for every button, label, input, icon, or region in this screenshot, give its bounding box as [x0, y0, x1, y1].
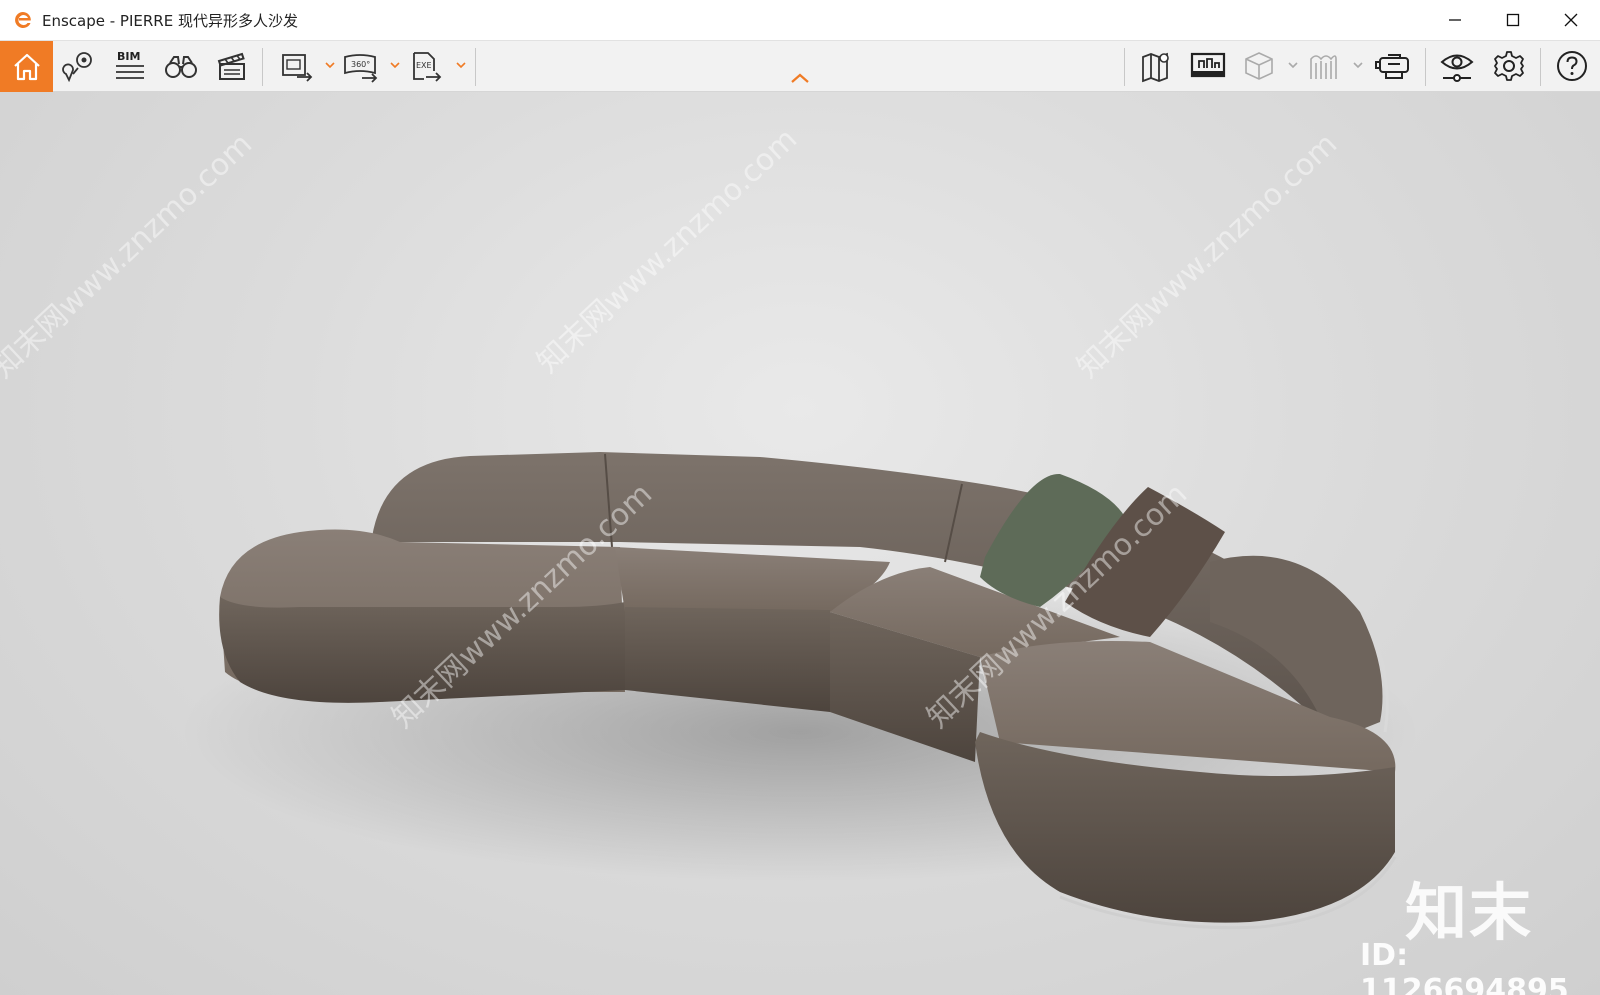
cube-button[interactable] [1238, 46, 1280, 86]
enscape-window: Enscape - PIERRE 现代异形多人沙发 BIM 360° EXE 知… [0, 0, 1600, 995]
cube-dropdown[interactable] [1287, 57, 1299, 73]
gear-icon [1494, 51, 1524, 81]
enscape-logo-icon [12, 9, 34, 31]
minimize-icon [1449, 19, 1461, 21]
chevron-down-icon [456, 62, 466, 69]
home-icon [13, 53, 40, 80]
help-button[interactable] [1551, 46, 1593, 86]
window-title: Enscape - PIERRE 现代异形多人沙发 [42, 11, 298, 30]
chevron-down-icon [1288, 62, 1298, 69]
toolbar: BIM 360° EXE [0, 40, 1600, 92]
screenshot-export-dropdown[interactable] [324, 57, 336, 73]
chevron-down-icon [325, 62, 335, 69]
binoculars-icon [165, 56, 197, 78]
material-icon [1310, 55, 1337, 79]
map-icon [1142, 52, 1169, 83]
toolbar-separator [1124, 48, 1125, 86]
maximize-button[interactable] [1484, 0, 1542, 40]
exe-export-icon: EXE [413, 52, 442, 82]
vr-headset-button[interactable] [1372, 46, 1414, 86]
exe-export-button[interactable]: EXE [405, 46, 447, 86]
help-icon [1557, 51, 1587, 81]
chevron-up-icon [791, 73, 809, 83]
location-pin-icon [62, 52, 92, 82]
settings-button[interactable] [1488, 46, 1530, 86]
vr-headset-icon [1375, 54, 1409, 79]
cube-icon [1245, 52, 1273, 80]
title-bar: Enscape - PIERRE 现代异形多人沙发 [0, 0, 1600, 40]
window-controls [1426, 0, 1600, 40]
exe-export-dropdown[interactable] [455, 57, 467, 73]
home-button[interactable] [0, 41, 53, 92]
bim-icon: BIM [116, 50, 144, 79]
image-export-icon [282, 54, 313, 82]
bim-button[interactable]: BIM [109, 46, 151, 86]
panorama-360-icon: 360° [344, 54, 378, 83]
views-button[interactable] [58, 46, 100, 86]
minimize-button[interactable] [1426, 0, 1484, 40]
toolbar-separator [475, 48, 476, 86]
chevron-down-icon [1353, 62, 1363, 69]
sofa-render [180, 452, 1420, 930]
id-watermark: ID: 1126694895 [1360, 938, 1569, 995]
map-button[interactable] [1136, 46, 1178, 86]
render-viewport[interactable]: 知末网www.znzmo.com 知末网www.znzmo.com 知末网www… [0, 92, 1600, 995]
exe-label: EXE [416, 61, 432, 70]
screenshot-export-button[interactable] [276, 46, 318, 86]
visual-settings-button[interactable] [1436, 46, 1478, 86]
material-button[interactable] [1302, 46, 1344, 86]
binoculars-button[interactable] [160, 46, 202, 86]
bim-label: BIM [117, 50, 140, 63]
panorama-export-button[interactable]: 360° [340, 46, 382, 86]
chevron-down-icon [390, 62, 400, 69]
collapse-toolbar-button[interactable] [789, 70, 811, 86]
close-button[interactable] [1542, 0, 1600, 40]
clapperboard-icon [217, 52, 245, 80]
eye-icon [1440, 54, 1474, 82]
close-icon [1564, 13, 1578, 27]
toolbar-separator [1540, 48, 1541, 86]
panorama-label: 360° [351, 60, 370, 69]
video-editor-button[interactable] [211, 46, 253, 86]
panorama-export-dropdown[interactable] [389, 57, 401, 73]
maximize-icon [1506, 13, 1520, 27]
toolbar-separator [1425, 48, 1426, 86]
asset-library-button[interactable] [1187, 46, 1229, 86]
asset-library-icon [1190, 52, 1226, 78]
material-dropdown[interactable] [1352, 57, 1364, 73]
toolbar-separator [262, 48, 263, 86]
